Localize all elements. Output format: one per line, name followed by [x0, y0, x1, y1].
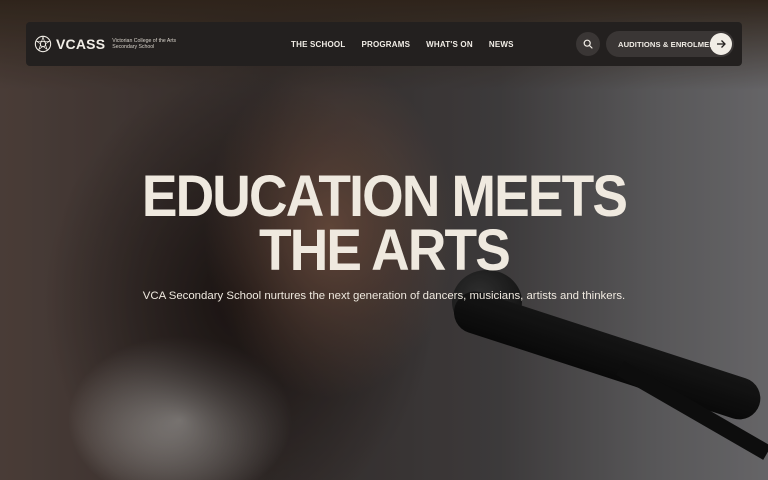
nav-item-the-school[interactable]: THE SCHOOL [291, 40, 345, 49]
nav-item-whats-on[interactable]: WHAT'S ON [426, 40, 473, 49]
logo-wordmark: VCASS [56, 36, 106, 52]
nav-item-programs[interactable]: PROGRAMS [361, 40, 410, 49]
site-header: VCASS Victorian College of the Arts Seco… [26, 22, 742, 66]
hero-subheading: VCA Secondary School nurtures the next g… [142, 290, 626, 302]
hero-headline-line-2: THE ARTS [258, 218, 511, 283]
site-logo[interactable]: VCASS Victorian College of the Arts Seco… [34, 35, 182, 53]
arrow-right-icon [710, 33, 732, 55]
nav-item-news[interactable]: NEWS [489, 40, 514, 49]
search-icon [583, 39, 593, 49]
rose-seal-icon [34, 35, 52, 53]
cta-label: AUDITIONS & ENROLMENT [618, 39, 720, 49]
search-button[interactable] [576, 32, 600, 56]
primary-nav: THE SCHOOL PROGRAMS WHAT'S ON NEWS [291, 22, 514, 66]
auditions-enrolment-button[interactable]: AUDITIONS & ENROLMENT [606, 31, 734, 57]
hero-headline: EDUCATION MEETS THE ARTS [31, 168, 738, 280]
logo-tagline: Victorian College of the Arts Secondary … [112, 38, 177, 50]
